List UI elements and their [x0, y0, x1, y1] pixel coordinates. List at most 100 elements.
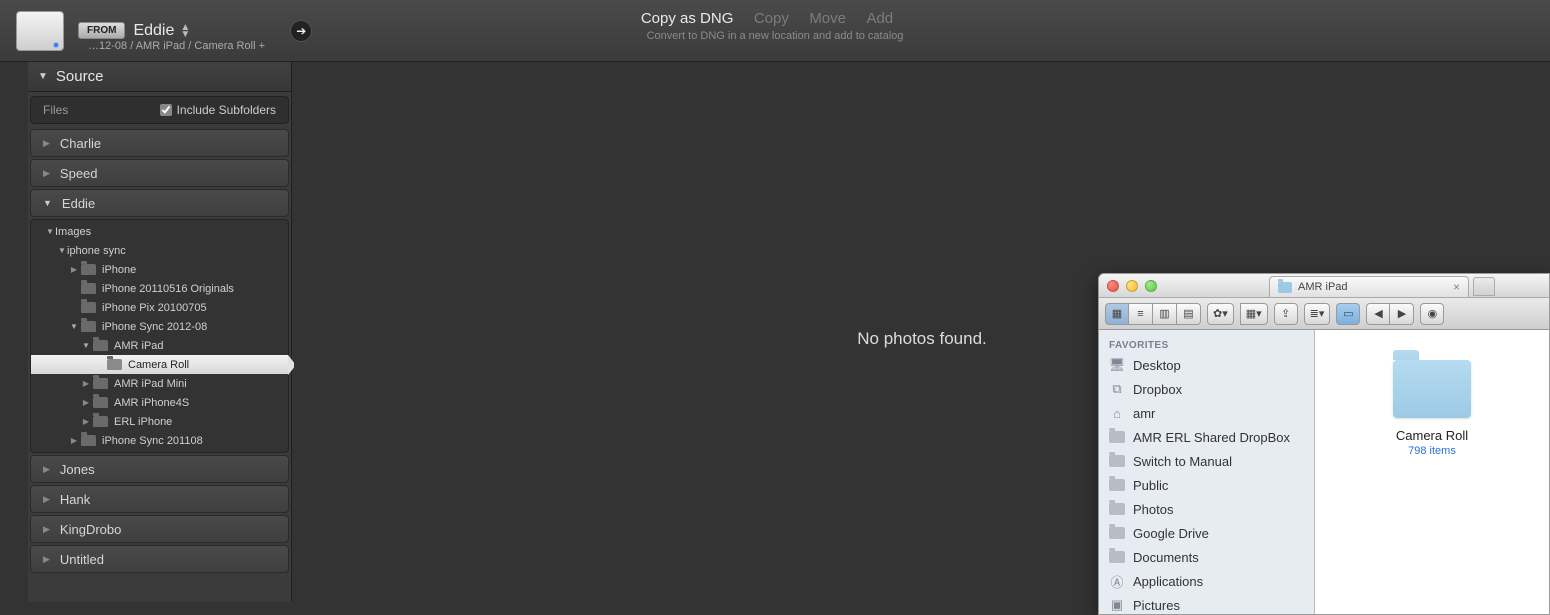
- column-view-button[interactable]: ▥: [1153, 303, 1177, 325]
- tree-images[interactable]: ▼ Images: [31, 222, 288, 241]
- source-dropdown-icon[interactable]: ▲▼: [180, 24, 190, 38]
- add-button[interactable]: Add: [866, 10, 893, 27]
- sidebar-item-documents[interactable]: Documents: [1099, 545, 1314, 569]
- tree-item[interactable]: iPhone Pix 20100705: [31, 298, 288, 317]
- folder-icon: [1109, 455, 1125, 468]
- desktop-icon: 🖥: [1109, 359, 1125, 372]
- close-window-button[interactable]: [1107, 280, 1119, 292]
- sidebar-item-desktop[interactable]: 🖥 Desktop: [1099, 353, 1314, 377]
- list-view-button[interactable]: ≡: [1129, 303, 1153, 325]
- tree-label: iphone sync: [67, 245, 126, 257]
- tree-iphone-sync[interactable]: ▼ iphone sync: [31, 241, 288, 260]
- nav-group: ◀ ▶: [1366, 303, 1414, 325]
- new-tab-button[interactable]: [1473, 277, 1495, 296]
- sidebar-item-applications[interactable]: Ⓐ Applications: [1099, 569, 1314, 593]
- tree-item[interactable]: ▼ AMR iPad: [31, 336, 288, 355]
- tree-label: AMR iPhone4S: [114, 397, 189, 409]
- chevron-down-icon: ▼: [45, 227, 55, 236]
- tree-label: Images: [55, 226, 91, 238]
- include-subfolders-toggle[interactable]: Include Subfolders: [160, 103, 276, 117]
- forward-button[interactable]: ▶: [1390, 303, 1414, 325]
- finder-titlebar[interactable]: AMR iPad ×: [1099, 274, 1549, 298]
- tree-label: iPhone Sync 2012-08: [102, 321, 207, 333]
- volume-label: Eddie: [62, 196, 95, 211]
- sidebar-item-label: Google Drive: [1133, 526, 1209, 541]
- finder-tab[interactable]: AMR iPad ×: [1269, 276, 1469, 297]
- edit-tags-button[interactable]: ≣▾: [1304, 303, 1331, 325]
- breadcrumb-path: …12-08 / AMR iPad / Camera Roll +: [88, 40, 265, 52]
- quicklook-button[interactable]: ◉: [1420, 303, 1444, 325]
- folder-item-camera-roll[interactable]: Camera Roll 798 items: [1393, 360, 1471, 457]
- sidebar-item-dropbox[interactable]: ⧉ Dropbox: [1099, 377, 1314, 401]
- sidebar-item-google-drive[interactable]: Google Drive: [1099, 521, 1314, 545]
- tree-label: iPhone: [102, 264, 136, 276]
- finder-content[interactable]: Camera Roll 798 items: [1315, 330, 1549, 614]
- folder-icon: [1109, 479, 1125, 492]
- go-arrow-button[interactable]: ➔: [290, 20, 312, 42]
- tree-item[interactable]: ▶ AMR iPhone4S: [31, 393, 288, 412]
- copy-as-dng-button[interactable]: Copy as DNG: [641, 10, 734, 27]
- back-button[interactable]: ◀: [1366, 303, 1390, 325]
- folder-icon: [1109, 527, 1125, 540]
- dropbox-icon: ⧉: [1109, 383, 1125, 396]
- volume-jones[interactable]: ▶ Jones: [30, 455, 289, 483]
- sidebar-item-shared-dropbox[interactable]: AMR ERL Shared DropBox: [1099, 425, 1314, 449]
- tree-item[interactable]: iPhone 20110516 Originals: [31, 279, 288, 298]
- move-button[interactable]: Move: [809, 10, 846, 27]
- tree-item[interactable]: ▶ iPhone Sync 201108: [31, 431, 288, 450]
- folder-icon: [93, 378, 108, 389]
- arrange-button[interactable]: ▦▾: [1240, 303, 1268, 325]
- sidebar-item-label: Public: [1133, 478, 1168, 493]
- include-subfolders-checkbox[interactable]: [160, 104, 172, 116]
- chevron-right-icon: ▶: [81, 398, 91, 407]
- sidebar-item-photos[interactable]: Photos: [1099, 497, 1314, 521]
- include-subfolders-label: Include Subfolders: [177, 103, 276, 117]
- source-panel-title[interactable]: ▼ Source: [28, 62, 291, 92]
- finder-window[interactable]: AMR iPad × ▦ ≡ ▥ ▤ ✿▾ ▦▾ ⇪ ≣▾ ▭ ◀ ▶ ◉ FA…: [1098, 273, 1550, 615]
- chevron-right-icon: ▶: [43, 168, 50, 179]
- source-title-label: Source: [56, 68, 104, 85]
- zoom-window-button[interactable]: [1145, 280, 1157, 292]
- path-button[interactable]: ▭: [1336, 303, 1360, 325]
- folder-item-count: 798 items: [1393, 445, 1471, 457]
- from-badge: FROM: [78, 22, 125, 39]
- tree-item[interactable]: ▼ iPhone Sync 2012-08: [31, 317, 288, 336]
- tree-item[interactable]: ▶ AMR iPad Mini: [31, 374, 288, 393]
- chevron-right-icon: ▶: [69, 265, 79, 274]
- copy-button[interactable]: Copy: [754, 10, 789, 27]
- coverflow-view-button[interactable]: ▤: [1177, 303, 1201, 325]
- share-button[interactable]: ⇪: [1274, 303, 1298, 325]
- sidebar-item-public[interactable]: Public: [1099, 473, 1314, 497]
- tree-item[interactable]: ▶ ERL iPhone: [31, 412, 288, 431]
- source-name[interactable]: Eddie: [133, 22, 174, 40]
- minimize-window-button[interactable]: [1126, 280, 1138, 292]
- tree-item-selected[interactable]: Camera Roll: [31, 355, 288, 374]
- import-topbar: FROM Eddie ▲▼ …12-08 / AMR iPad / Camera…: [0, 0, 1550, 62]
- no-photos-message: No photos found.: [857, 329, 986, 349]
- import-actions: Copy as DNG Copy Move Add Convert to DNG…: [641, 10, 909, 42]
- sidebar-item-switch-manual[interactable]: Switch to Manual: [1099, 449, 1314, 473]
- sidebar-item-home[interactable]: ⌂ amr: [1099, 401, 1314, 425]
- volume-eddie[interactable]: ▼ Eddie: [30, 189, 289, 217]
- volume-untitled[interactable]: ▶ Untitled: [30, 545, 289, 573]
- tree-label: iPhone Sync 201108: [102, 435, 203, 447]
- icon-view-button[interactable]: ▦: [1105, 303, 1129, 325]
- chevron-right-icon: ▶: [43, 138, 50, 149]
- volume-hank[interactable]: ▶ Hank: [30, 485, 289, 513]
- close-tab-icon[interactable]: ×: [1453, 280, 1460, 294]
- folder-icon: [93, 397, 108, 408]
- sidebar-item-pictures[interactable]: ▣ Pictures: [1099, 593, 1314, 614]
- volume-charlie[interactable]: ▶ Charlie: [30, 129, 289, 157]
- tree-item[interactable]: ▶ iPhone: [31, 260, 288, 279]
- chevron-right-icon: ▶: [81, 417, 91, 426]
- folder-tree: ▼ Images ▼ iphone sync ▶ iPhone iPhone 2…: [30, 219, 289, 453]
- chevron-right-icon: ▶: [43, 494, 50, 505]
- folder-icon: [81, 302, 96, 313]
- folder-icon: [81, 321, 96, 332]
- import-subtitle: Convert to DNG in a new location and add…: [641, 30, 909, 42]
- volume-label: Hank: [60, 492, 90, 507]
- volume-speed[interactable]: ▶ Speed: [30, 159, 289, 187]
- volume-kingdrobo[interactable]: ▶ KingDrobo: [30, 515, 289, 543]
- tree-label: AMR iPad Mini: [114, 378, 187, 390]
- action-menu-button[interactable]: ✿▾: [1207, 303, 1234, 325]
